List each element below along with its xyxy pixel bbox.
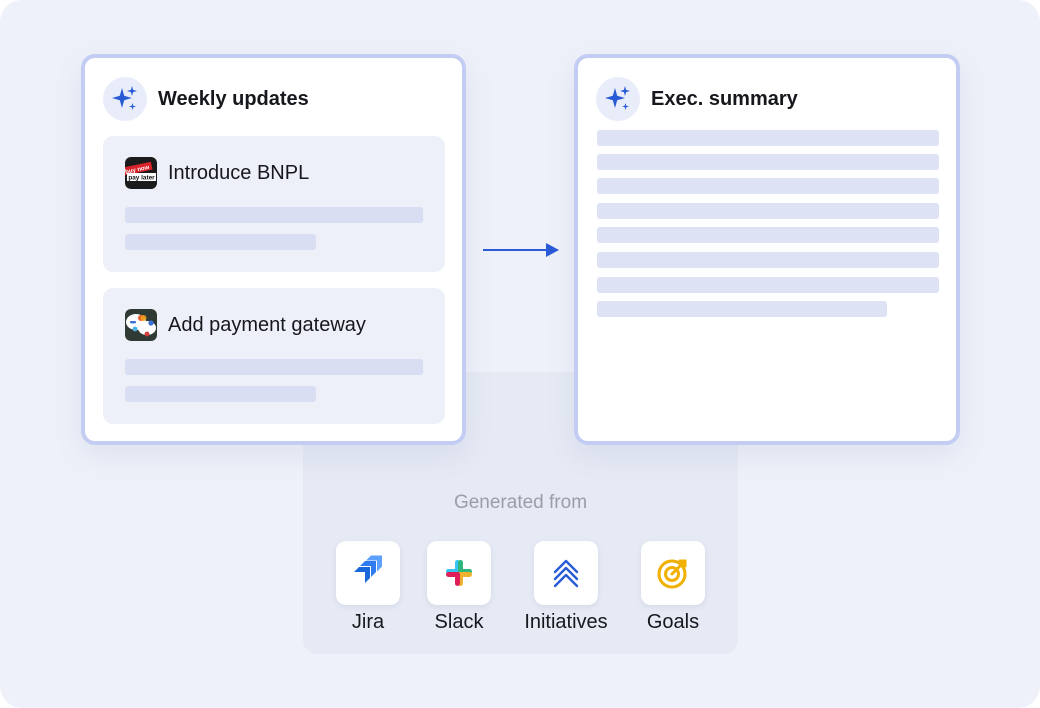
exec-summary-title: Exec. summary xyxy=(651,87,798,110)
slack-icon xyxy=(427,541,491,605)
jira-icon xyxy=(336,541,400,605)
source-goals[interactable]: Goals xyxy=(618,541,728,634)
item-title: Introduce BNPL xyxy=(168,161,310,184)
source-label: Slack xyxy=(434,611,484,633)
arrow-right-icon xyxy=(483,243,559,257)
summary-line xyxy=(597,252,939,268)
placeholder-line xyxy=(125,207,423,223)
summary-line xyxy=(597,301,887,317)
generated-from-label: Generated from xyxy=(453,492,588,513)
sparkles-icon xyxy=(103,77,147,121)
exec-summary-card: Exec. summary xyxy=(574,54,960,445)
summary-line xyxy=(597,227,939,243)
payment-gateway-logo xyxy=(125,309,157,341)
placeholder-line xyxy=(125,386,316,402)
buy-now-pay-later-logo: buy now pay later xyxy=(125,157,157,189)
summary-line xyxy=(597,178,939,194)
weekly-updates-title: Weekly updates xyxy=(158,87,309,110)
weekly-updates-card: Weekly updates buy now pay later Introdu… xyxy=(81,54,466,445)
list-item[interactable]: Add payment gateway xyxy=(103,288,445,424)
placeholder-line xyxy=(125,359,423,375)
sparkles-icon xyxy=(596,77,640,121)
source-label: Goals xyxy=(646,611,700,633)
initiatives-icon xyxy=(534,541,598,605)
weekly-updates-header: Weekly updates xyxy=(103,76,309,122)
source-label: Initiatives xyxy=(524,611,608,633)
source-initiatives[interactable]: Initiatives xyxy=(511,541,621,634)
list-item[interactable]: buy now pay later Introduce BNPL xyxy=(103,136,445,272)
summary-line xyxy=(597,277,939,293)
summary-line xyxy=(597,203,939,219)
summary-line xyxy=(597,154,939,170)
item-title: Add payment gateway xyxy=(168,313,366,336)
goals-icon xyxy=(641,541,705,605)
canvas: Weekly updates buy now pay later Introdu… xyxy=(0,0,1040,708)
svg-text:pay later: pay later xyxy=(128,175,155,182)
placeholder-line xyxy=(125,234,316,250)
exec-summary-header: Exec. summary xyxy=(596,76,798,122)
summary-line xyxy=(597,130,939,146)
source-slack[interactable]: Slack xyxy=(404,541,514,634)
